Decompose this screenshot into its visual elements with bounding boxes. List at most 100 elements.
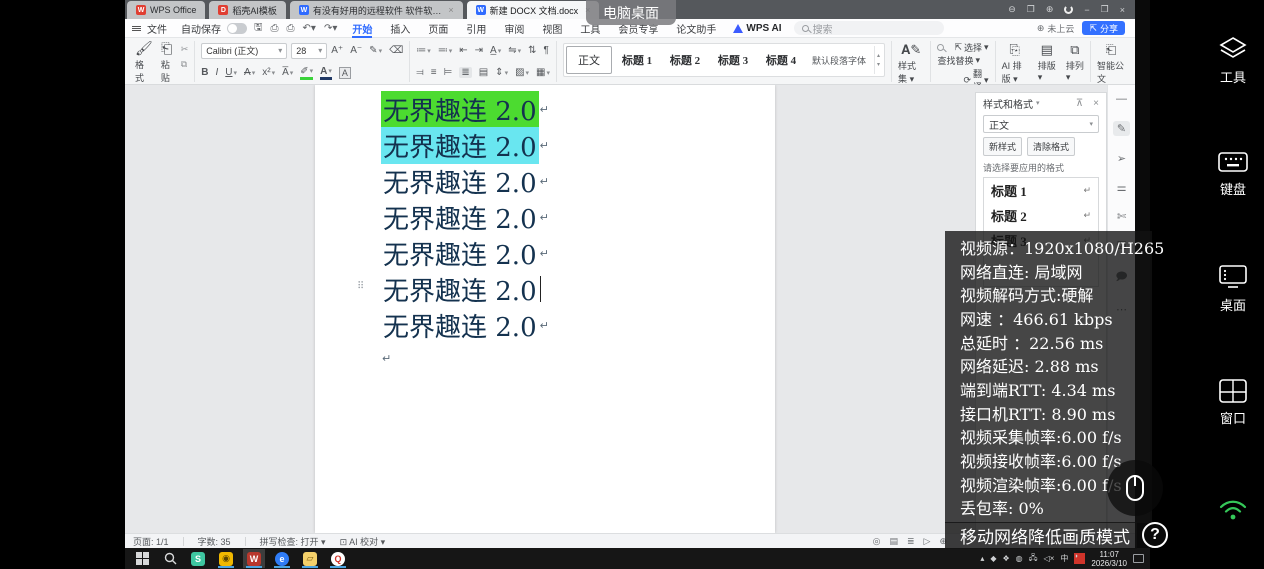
- style-heading1[interactable]: 标题 1: [614, 46, 660, 74]
- menu-review[interactable]: 审阅: [495, 19, 533, 38]
- new-style-button[interactable]: 新样式: [983, 137, 1022, 156]
- crop-icon[interactable]: ✄: [1117, 210, 1126, 223]
- menu-home[interactable]: 开始: [343, 19, 381, 38]
- doc-empty-line[interactable]: ↵: [381, 343, 549, 373]
- phonetic-guide-icon[interactable]: A̅▾: [282, 67, 293, 78]
- tray-icon-1[interactable]: ▴: [980, 554, 984, 563]
- help-button[interactable]: ?: [1142, 522, 1168, 548]
- align-left-icon[interactable]: ⫤: [416, 67, 424, 78]
- sidebar-tools-button[interactable]: 工具: [1202, 36, 1264, 86]
- cut-icon[interactable]: ✂: [181, 44, 189, 55]
- style-default-font[interactable]: 默认段落字体: [806, 46, 872, 74]
- italic-icon[interactable]: I: [216, 67, 219, 78]
- taskbar-qq-icon[interactable]: Q: [327, 549, 349, 568]
- tray-volume-icon[interactable]: ◁×: [1044, 554, 1055, 563]
- undo-icon[interactable]: ↶▾: [303, 23, 316, 34]
- panel-close-icon[interactable]: ×: [1093, 98, 1099, 109]
- notification-center-icon[interactable]: [1133, 554, 1144, 563]
- numbered-list-icon[interactable]: ≕▾: [438, 45, 453, 56]
- copy-icon[interactable]: ⧉: [181, 59, 189, 70]
- ai-layout-button[interactable]: ⎘ AI 排版 ▾: [1002, 41, 1028, 85]
- menu-page[interactable]: 页面: [419, 19, 457, 38]
- bold-icon[interactable]: B: [201, 67, 208, 78]
- character-shading-icon[interactable]: A: [339, 67, 351, 79]
- style-heading3[interactable]: 标题 3: [710, 46, 756, 74]
- smart-doc-button[interactable]: ⎗ 智能公文: [1097, 41, 1125, 85]
- share-button[interactable]: ⇱ 分享: [1082, 21, 1125, 35]
- edit-pen-icon[interactable]: ✎: [1113, 121, 1130, 136]
- style-set-button[interactable]: 𝐀✎ 样式集 ▾: [898, 41, 924, 85]
- arrange-button[interactable]: ⧉ 排列 ▾: [1066, 41, 1084, 85]
- scroll-up-icon[interactable]: ▴: [877, 52, 880, 59]
- paragraph-drag-handle-icon[interactable]: ⠿: [357, 281, 363, 292]
- style-heading2[interactable]: 标题 2: [662, 46, 708, 74]
- align-right-icon[interactable]: ⊨: [444, 67, 453, 78]
- redo-icon[interactable]: ↷▾: [324, 23, 337, 34]
- justify-icon[interactable]: ≣: [459, 67, 471, 78]
- gallery-scroll[interactable]: ▴▾: [874, 46, 882, 74]
- tab-document-remote-software[interactable]: W 有没有好用的远程软件 软件软… ×: [290, 1, 463, 19]
- spellcheck-status[interactable]: 拼写检查: 打开 ▾: [260, 535, 326, 548]
- search-input[interactable]: 搜索: [794, 21, 944, 35]
- doc-line[interactable]: 无界趣连 2.0↵: [381, 199, 549, 235]
- wps-ai-button[interactable]: WPS AI: [725, 23, 789, 34]
- ai-proof-button[interactable]: ⊡ AI 校对 ▾: [340, 535, 386, 548]
- pin-icon[interactable]: ⊼: [1076, 98, 1083, 109]
- find-replace-icon-slot[interactable]: [937, 44, 944, 51]
- menu-reference[interactable]: 引用: [457, 19, 495, 38]
- bullet-list-icon[interactable]: ≔▾: [416, 45, 431, 56]
- close-button[interactable]: ×: [1120, 5, 1125, 15]
- tab-docer-template[interactable]: D 稻壳AI模板: [209, 1, 286, 19]
- decrease-indent-icon[interactable]: ⇤: [459, 45, 467, 56]
- doc-line[interactable]: 无界趣连 2.0↵: [381, 91, 549, 127]
- taskbar-file-explorer-icon[interactable]: ▱: [299, 549, 321, 568]
- tray-app-icon[interactable]: ◗: [1074, 553, 1085, 564]
- doc-line[interactable]: 无界趣连 2.0↵: [381, 163, 549, 199]
- text-effects-icon[interactable]: ✎▾: [369, 45, 382, 56]
- connection-signal-indicator[interactable]: [1202, 497, 1264, 523]
- superscript-icon[interactable]: x²▾: [262, 67, 275, 78]
- layout-button[interactable]: ▤ 排版 ▾: [1038, 41, 1056, 85]
- taskbar-wps-icon[interactable]: W: [243, 549, 265, 568]
- font-name-select[interactable]: Calibri (正文)▾: [201, 43, 287, 59]
- doc-line[interactable]: 无界趣连 2.0↵: [381, 307, 549, 343]
- distribute-icon[interactable]: ▤: [479, 67, 488, 78]
- border-icon[interactable]: ▦▾: [536, 67, 550, 78]
- screen-label-pill[interactable]: 电脑桌面: [586, 0, 676, 25]
- text-direction-icon[interactable]: ⇋▾: [508, 45, 521, 56]
- tray-icon-3[interactable]: ❖: [1003, 554, 1010, 563]
- select-cursor-icon[interactable]: ➢: [1117, 152, 1126, 165]
- read-mode-icon[interactable]: ▷: [924, 536, 931, 547]
- save-icon[interactable]: 🖫: [254, 20, 263, 37]
- layout-mode-icon[interactable]: ❐: [1027, 4, 1035, 15]
- taskbar-search-button[interactable]: [159, 549, 181, 568]
- select-button[interactable]: ⇱ 选择 ▾: [954, 41, 988, 54]
- document-page[interactable]: 无界趣连 2.0↵ 无界趣连 2.0↵ 无界趣连 2.0↵ 无界趣连 2.0↵: [315, 85, 775, 533]
- style-normal[interactable]: 正文: [566, 46, 612, 74]
- increase-font-icon[interactable]: A⁺: [331, 45, 343, 56]
- page-view-icon[interactable]: ▤: [889, 536, 898, 547]
- minimize-interface-icon[interactable]: ⊖: [1008, 4, 1016, 15]
- print-preview-icon[interactable]: ⎙: [271, 23, 279, 34]
- menu-insert[interactable]: 插入: [381, 19, 419, 38]
- font-color-icon[interactable]: A▾: [320, 66, 332, 80]
- minimize-button[interactable]: −: [1084, 5, 1089, 15]
- autosave-toggle[interactable]: [227, 23, 247, 34]
- tray-icon-2[interactable]: ◆: [990, 554, 996, 563]
- panel-caret-icon[interactable]: ▾: [1036, 99, 1040, 107]
- underline-icon[interactable]: U▾: [225, 67, 237, 78]
- sidebar-keyboard-button[interactable]: 键盘: [1202, 150, 1264, 198]
- taskbar-sunflower-remote-icon[interactable]: ◉: [215, 549, 237, 568]
- doc-line[interactable]: 无界趣连 2.0↵: [381, 127, 549, 163]
- eye-protect-icon[interactable]: ◎: [873, 536, 881, 547]
- doc-line-with-cursor[interactable]: ⠿ 无界趣连 2.0: [381, 271, 549, 307]
- sort-icon[interactable]: ⇅: [528, 45, 536, 56]
- styles-list-item-heading1[interactable]: 标题 1↵: [984, 178, 1098, 203]
- shading-icon[interactable]: ▨▾: [515, 67, 529, 78]
- start-button[interactable]: [131, 549, 153, 568]
- highlight-color-icon[interactable]: ✐▾: [300, 66, 313, 80]
- taskbar-clock[interactable]: 11:07 2026/3/10: [1091, 550, 1127, 568]
- cloud-status[interactable]: ⊕ 未上云: [1037, 22, 1075, 35]
- scroll-down-icon[interactable]: ▾: [877, 61, 880, 68]
- show-marks-icon[interactable]: ¶: [544, 45, 549, 56]
